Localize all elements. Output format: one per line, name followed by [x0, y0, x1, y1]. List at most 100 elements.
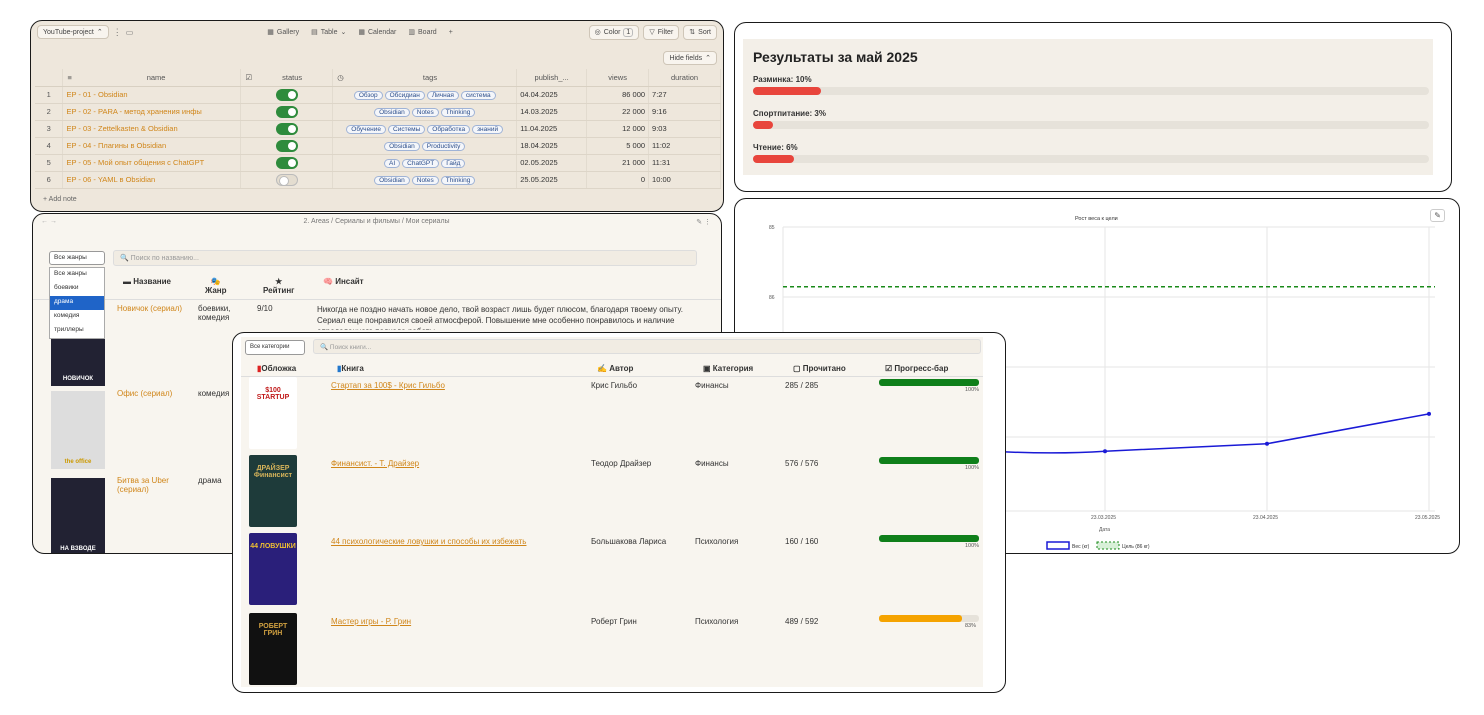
views-count[interactable]: 22 000 — [586, 103, 650, 121]
status-toggle[interactable] — [275, 105, 298, 118]
genre-select[interactable]: Все жанры — [49, 251, 105, 265]
tag-pill[interactable]: Thinking — [440, 107, 476, 117]
publish-date[interactable]: 02.05.2025 — [516, 154, 588, 172]
views-count[interactable]: 21 000 — [586, 154, 650, 172]
tag-pill[interactable]: Productivity — [421, 141, 466, 151]
category-select[interactable]: Все категории — [245, 340, 305, 355]
tag-pill[interactable]: Обработка — [427, 124, 471, 134]
tab-calendar[interactable]: ▦ Calendar — [358, 28, 396, 37]
table-row[interactable]: 6 EP - 06 - YAML в Obsidian Obsidian Notes T… — [35, 171, 721, 189]
video-name[interactable]: EP - 01 - Obsidian — [62, 86, 242, 104]
table-row[interactable]: 3 EP - 03 - Zettelkasten & Obsidian Обучен… — [35, 120, 721, 138]
col-publish[interactable]: publish_... — [516, 69, 588, 87]
genre-option[interactable]: драма — [50, 296, 104, 310]
status-toggle[interactable] — [275, 139, 298, 152]
tag-pill[interactable]: Личная — [426, 90, 459, 100]
series-search-input[interactable]: 🔍 Поиск по названию... — [113, 250, 697, 266]
tag-pill[interactable]: Обзор — [353, 90, 383, 100]
book-title-link[interactable]: Мастер игры - Р. Грин — [331, 617, 411, 626]
tag-pill[interactable]: Гайд — [441, 158, 466, 168]
tag-pill[interactable]: знаний — [472, 124, 504, 134]
book-title-link[interactable]: 44 психологические ловушки и способы их … — [331, 537, 526, 546]
edit-icon[interactable]: ✎ ⋮ — [696, 218, 711, 226]
tag-pill[interactable]: ChatGPT — [402, 158, 440, 168]
genre-option[interactable]: боевики — [50, 282, 104, 296]
duration[interactable]: 7:27 — [648, 86, 721, 104]
edit-icon[interactable]: ✎ — [1430, 209, 1445, 222]
hide-fields-button[interactable]: Hide fields ⌃ — [663, 51, 717, 65]
genre-option[interactable]: Все жанры — [50, 268, 104, 282]
tag-pill[interactable]: система — [460, 90, 496, 100]
panel-icon[interactable]: ▭ — [126, 28, 134, 37]
views-count[interactable]: 5 000 — [586, 137, 650, 155]
data-point[interactable] — [1103, 449, 1107, 454]
video-name[interactable]: EP - 02 - PARA - метод хранения инфы — [62, 103, 242, 121]
data-point[interactable] — [1427, 411, 1431, 416]
duration[interactable]: 9:03 — [648, 120, 721, 138]
row-number: 5 — [35, 154, 64, 172]
tab-board[interactable]: ▥ Board — [408, 28, 436, 37]
table-row[interactable]: 2 EP - 02 - PARA - метод хранения инфы Obs… — [35, 103, 721, 121]
tag-pill[interactable]: Системы — [388, 124, 426, 134]
col-name[interactable]: ≡ name — [62, 69, 242, 87]
more-icon[interactable]: ⋮ — [113, 27, 122, 38]
nav-arrows-icon[interactable]: ← → — [41, 218, 57, 225]
project-select[interactable]: YouTube-project ⌃ — [37, 25, 109, 39]
duration[interactable]: 9:16 — [648, 103, 721, 121]
table-row[interactable]: 4 EP - 04 - Плагины в Obsidian Obsidian Pro… — [35, 137, 721, 155]
col-status[interactable]: ☑ status — [240, 69, 334, 87]
col-views[interactable]: views — [586, 69, 650, 87]
views-count[interactable]: 0 — [586, 171, 650, 189]
table-row[interactable]: 5 EP - 05 - Мой опыт общения с ChatGPT AI C… — [35, 154, 721, 172]
publish-date[interactable]: 11.04.2025 — [516, 120, 588, 138]
tag-pill[interactable]: Notes — [411, 107, 439, 117]
video-name[interactable]: EP - 04 - Плагины в Obsidian — [62, 137, 242, 155]
views-count[interactable]: 12 000 — [586, 120, 650, 138]
views-count[interactable]: 86 000 — [586, 86, 650, 104]
data-point[interactable] — [1265, 441, 1269, 446]
series-title-link[interactable]: Битва за Uber (сериал) — [117, 476, 197, 494]
duration[interactable]: 11:31 — [648, 154, 721, 172]
video-name[interactable]: EP - 03 - Zettelkasten & Obsidian — [62, 120, 242, 138]
publish-date[interactable]: 25.05.2025 — [516, 171, 588, 189]
genre-option[interactable]: комедия — [50, 310, 104, 324]
status-toggle[interactable] — [275, 122, 298, 135]
book-title-link[interactable]: Стартап за 100$ - Крис Гильбо — [331, 381, 445, 390]
sort-button[interactable]: ⇅ Sort — [683, 24, 717, 40]
series-title-link[interactable]: Новичок (сериал) — [117, 304, 197, 313]
status-toggle[interactable] — [275, 156, 298, 169]
col-duration[interactable]: duration — [648, 69, 721, 87]
video-name[interactable]: EP - 06 - YAML в Obsidian — [62, 171, 242, 189]
duration[interactable]: 11:02 — [648, 137, 721, 155]
video-name[interactable]: EP - 05 - Мой опыт общения с ChatGPT — [62, 154, 242, 172]
add-view-icon[interactable]: + — [449, 28, 453, 36]
status-toggle[interactable] — [275, 88, 298, 101]
legend-label-weight[interactable]: Вес (кг) — [1072, 544, 1090, 550]
tag-pill[interactable]: Obsidian — [384, 141, 420, 151]
publish-date[interactable]: 14.03.2025 — [516, 103, 588, 121]
tag-pill[interactable]: Обсидиан — [384, 90, 425, 100]
tag-pill[interactable]: AI — [383, 158, 401, 168]
genre-option[interactable]: триллеры — [50, 324, 104, 338]
progress-percent: 100% — [965, 465, 980, 471]
status-toggle[interactable] — [275, 173, 298, 186]
tag-pill[interactable]: Obsidian — [374, 107, 410, 117]
publish-date[interactable]: 04.04.2025 — [516, 86, 588, 104]
tag-pill[interactable]: Thinking — [440, 175, 476, 185]
table-row[interactable]: 1 EP - 01 - Obsidian Обзор Обсидиан Личная си… — [35, 86, 721, 104]
publish-date[interactable]: 18.04.2025 — [516, 137, 588, 155]
duration[interactable]: 10:00 — [648, 171, 721, 189]
tag-pill[interactable]: Notes — [411, 175, 439, 185]
color-button[interactable]: ◎ Color 1 — [588, 24, 640, 40]
book-search-input[interactable]: 🔍 Поиск книги... — [313, 339, 981, 354]
filter-button[interactable]: ▽ Filter — [643, 24, 680, 40]
tab-table[interactable]: ▤ Table ⌄ — [311, 28, 346, 37]
add-note-button[interactable]: + Add note — [43, 196, 77, 203]
tag-pill[interactable]: Obsidian — [374, 175, 410, 185]
tab-gallery[interactable]: ▦ Gallery — [267, 28, 299, 37]
series-title-link[interactable]: Офис (сериал) — [117, 389, 197, 398]
col-tags[interactable]: ◷ tags — [332, 69, 518, 87]
legend-label-goal[interactable]: Цель (86 кг) — [1122, 544, 1150, 550]
tag-pill[interactable]: Обучение — [346, 124, 387, 134]
book-title-link[interactable]: Финансист. - Т. Драйзер — [331, 459, 419, 468]
